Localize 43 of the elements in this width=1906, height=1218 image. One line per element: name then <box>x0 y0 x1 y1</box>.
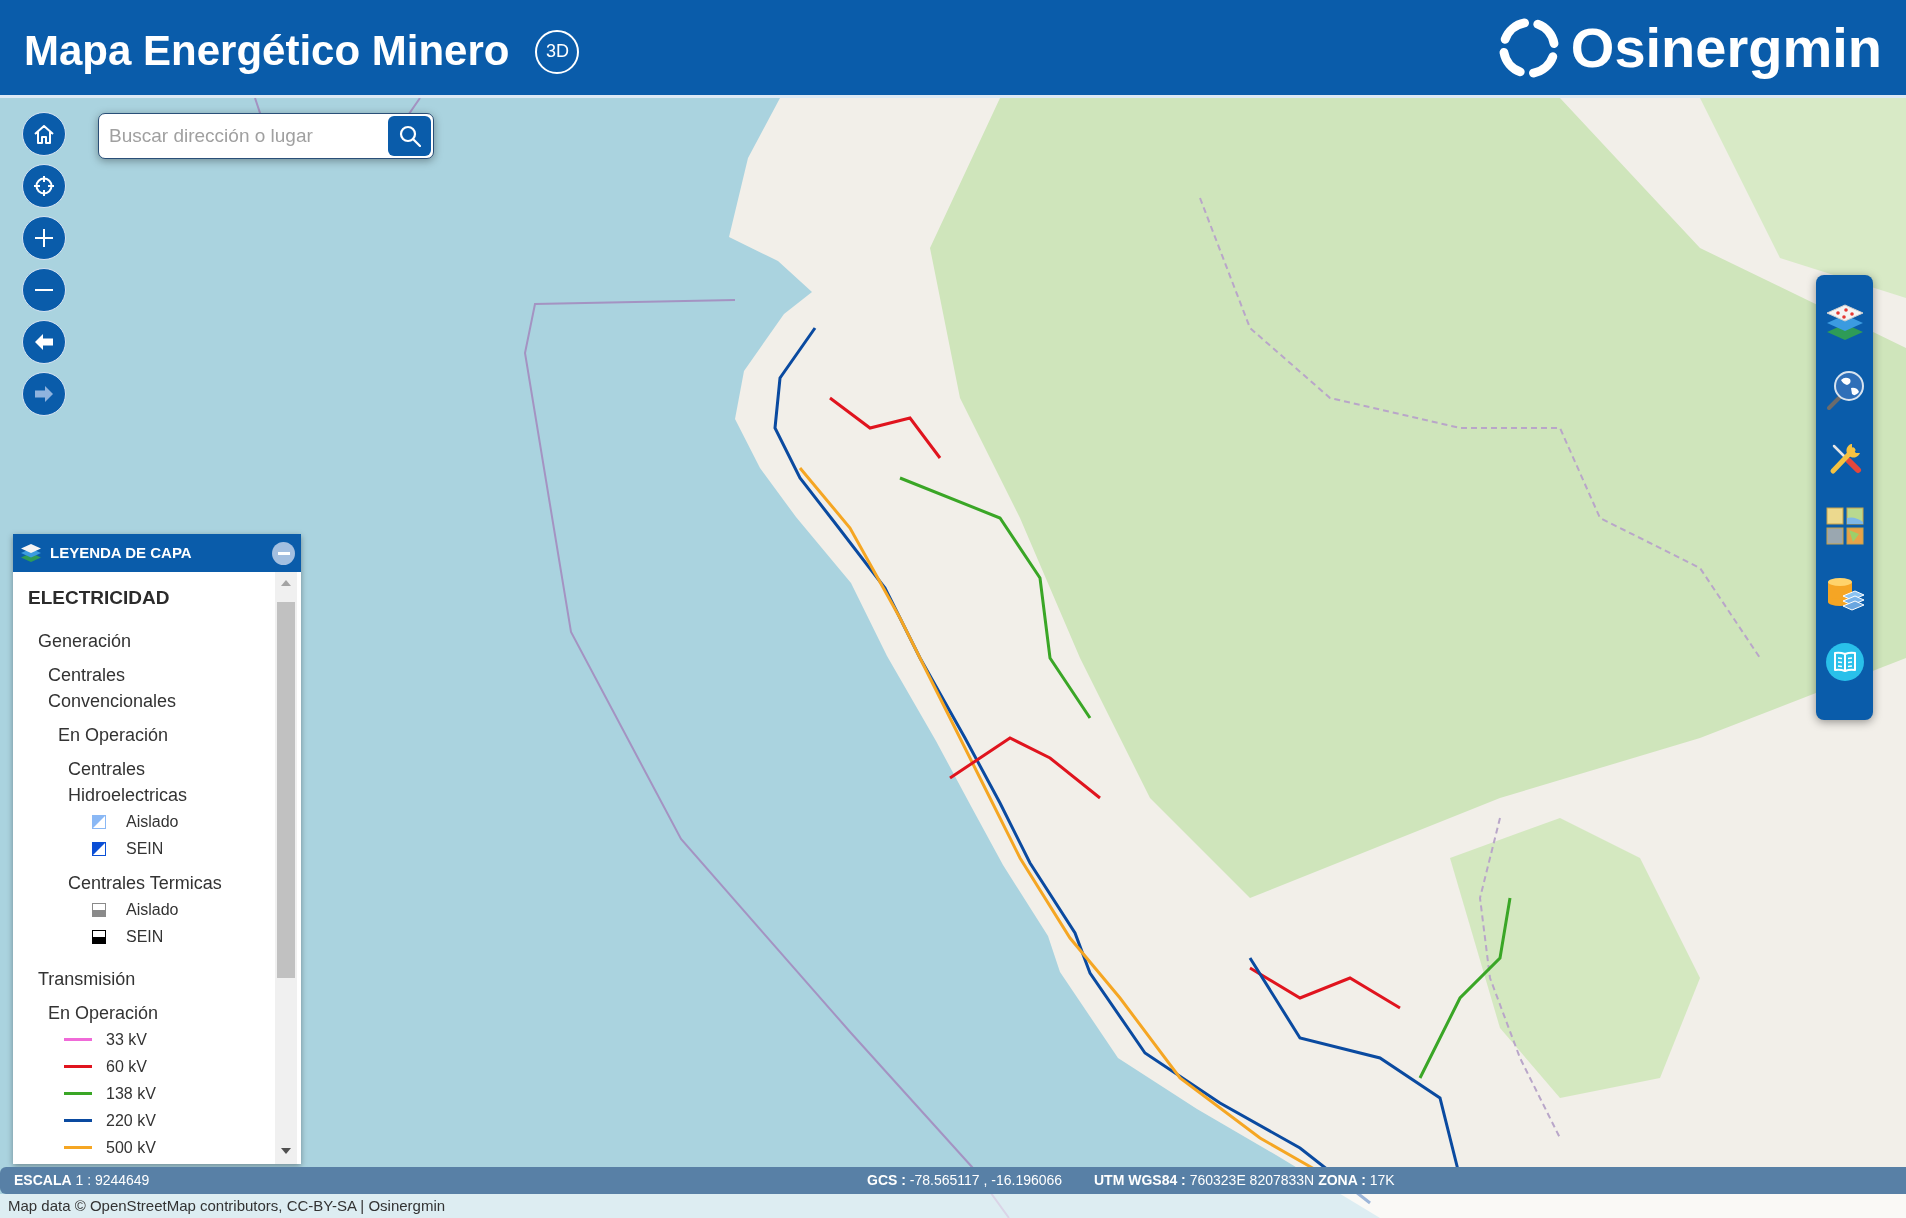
home-icon <box>34 124 54 144</box>
search-field[interactable]: Buscar dirección o lugar <box>109 116 388 156</box>
legend-group-label: Generación <box>38 631 132 651</box>
legend-group-label: En Operación <box>58 725 169 745</box>
search-icon <box>398 125 421 147</box>
legend-item-label: Aislado <box>126 899 179 920</box>
minus-icon <box>35 289 53 291</box>
legend-group-label: En Operación <box>48 1003 159 1023</box>
gcs-coordinates: GCS : -78.565117 , -16.196066 <box>867 1172 1063 1188</box>
legend-item-label: SEIN <box>126 926 164 947</box>
legend-item-label: 60 kV <box>106 1056 147 1077</box>
plus-icon <box>35 229 53 247</box>
crosshair-icon <box>34 176 54 196</box>
minus-icon <box>277 551 290 555</box>
arrow-right-icon <box>35 386 53 402</box>
app-title: Mapa Energético Minero <box>24 29 510 72</box>
legend-item-label: 500 kV <box>106 1137 156 1158</box>
legend-item-label: 220 kV <box>106 1110 156 1131</box>
legend-section-title: ELECTRICIDAD <box>28 587 170 608</box>
legend-title: LEYENDA DE CAPA <box>50 542 192 563</box>
scale-readout: ESCALA 1 : 9244649 <box>14 1172 150 1188</box>
legend-item-label: 33 kV <box>106 1029 147 1050</box>
layers-icon <box>21 544 41 562</box>
legend-item-label: 138 kV <box>106 1083 156 1104</box>
legend-group-label: Centrales Termicas <box>68 873 222 893</box>
basemaps-icon[interactable] <box>1824 506 1865 546</box>
legend-group-label: Centrales Hidroelectricas <box>68 759 188 805</box>
legend-item-label: Aislado <box>126 811 179 832</box>
view-3d-button[interactable]: 3D <box>535 29 580 74</box>
arrow-left-icon <box>35 334 53 350</box>
layers-icon[interactable] <box>1824 302 1865 342</box>
globe-search-icon[interactable] <box>1824 370 1865 410</box>
legend-item-label: SEIN <box>126 838 164 859</box>
scrollbar-thumb[interactable] <box>277 602 295 978</box>
book-icon[interactable] <box>1824 642 1865 682</box>
legend-group-label: Transmisión <box>38 969 136 989</box>
scroll-down-icon[interactable] <box>281 1148 291 1154</box>
search-button[interactable] <box>388 116 431 156</box>
utm-coordinates: UTM WGS84 : 760323E 8207833N ZONA : 17K <box>1094 1172 1395 1188</box>
legend-group-label: Centrales Convencionales <box>48 665 177 711</box>
collapse-button[interactable] <box>272 541 295 565</box>
search-box[interactable]: Buscar dirección o lugar <box>98 113 434 159</box>
attribution-text: Map data © OpenStreetMap contributors, CC-BY-SA | Osinergmin <box>8 1195 446 1216</box>
